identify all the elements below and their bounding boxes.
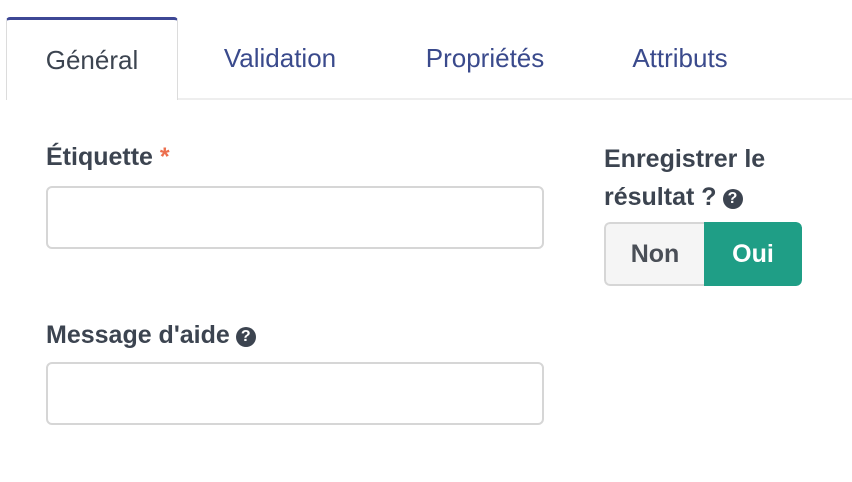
enregistrer-label-line2-row: résultat ?? [604, 178, 765, 216]
tab-bar: Général Validation Propriétés Attributs [0, 0, 852, 100]
message-aide-input[interactable] [46, 362, 544, 425]
tab-validation[interactable]: Validation [200, 18, 360, 98]
required-mark: * [159, 143, 170, 171]
help-icon[interactable]: ? [235, 327, 256, 347]
enregistrer-toggle: Non Oui [604, 222, 802, 286]
tab-proprietes[interactable]: Propriétés [405, 18, 565, 98]
etiquette-input[interactable] [46, 186, 544, 249]
help-icon[interactable]: ? [722, 189, 743, 209]
etiquette-label-row: Étiquette * [46, 138, 170, 176]
tab-general[interactable]: Général [6, 17, 178, 100]
enregistrer-label-line2: résultat ? [604, 183, 717, 211]
message-aide-label-row: Message d'aide? [46, 316, 256, 354]
message-aide-label: Message d'aide [46, 321, 230, 349]
toggle-non-button[interactable]: Non [604, 222, 704, 286]
enregistrer-label-line1: Enregistrer le [604, 145, 766, 173]
etiquette-label: Étiquette [46, 143, 153, 171]
form-editor: Général Validation Propriétés Attributs … [0, 0, 852, 482]
toggle-oui-button[interactable]: Oui [704, 222, 802, 286]
enregistrer-label: Enregistrer le résultat ?? [604, 140, 765, 216]
tab-attributs[interactable]: Attributs [600, 18, 760, 98]
